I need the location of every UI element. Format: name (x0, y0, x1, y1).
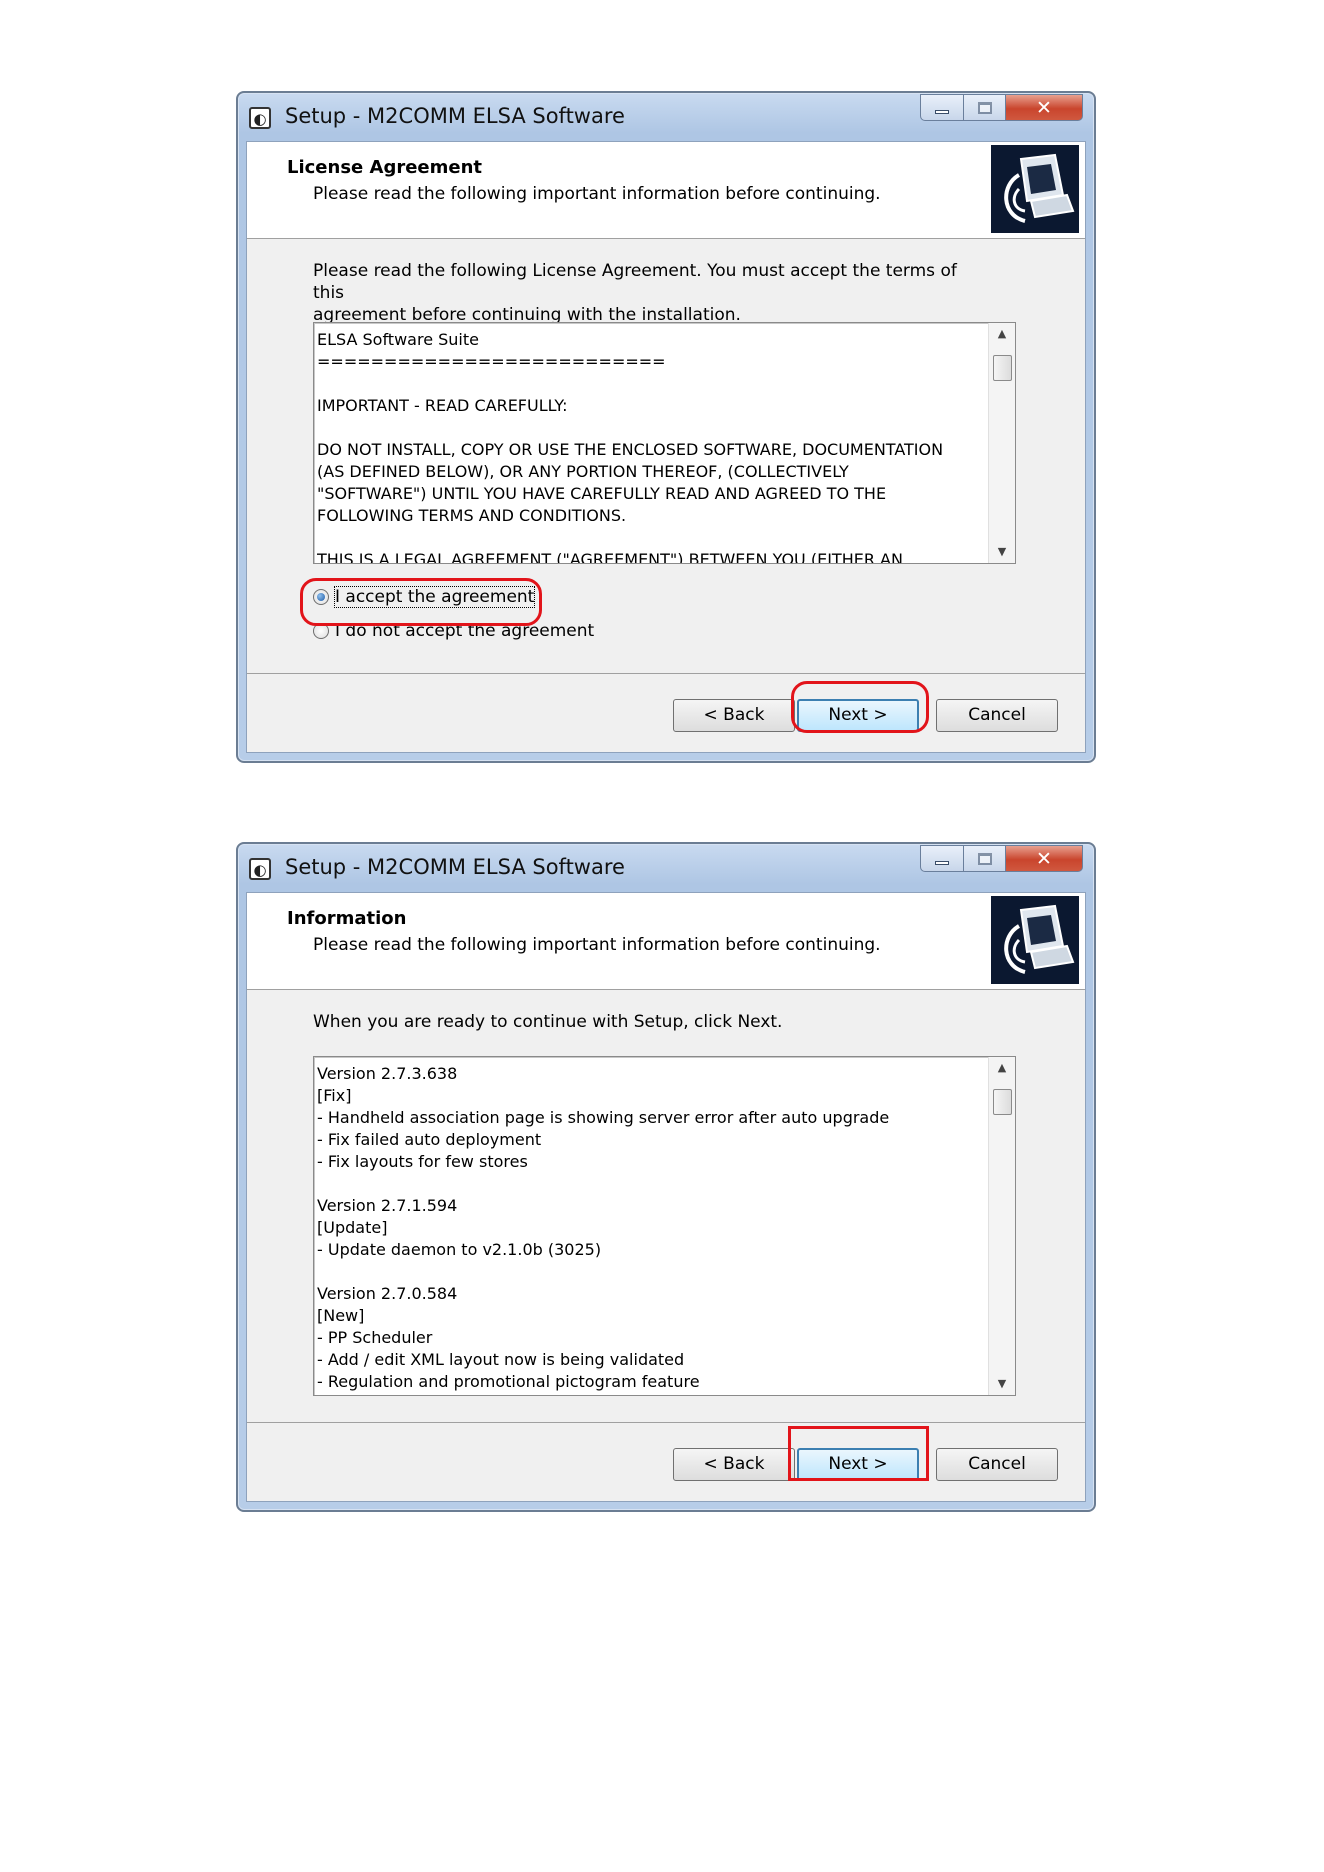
page-subtitle: Please read the following important info… (313, 184, 881, 204)
dialog-client-area: License Agreement Please read the follow… (246, 141, 1086, 753)
highlight-accept-annotation (300, 578, 542, 626)
maximize-button (964, 845, 1006, 872)
close-icon: ✕ (1036, 847, 1052, 870)
cancel-button[interactable]: Cancel (936, 1448, 1058, 1481)
back-button[interactable]: < Back (673, 699, 795, 732)
scroll-down-arrow-icon[interactable]: ▼ (989, 1373, 1015, 1395)
text-line (317, 373, 985, 395)
scroll-thumb[interactable] (993, 355, 1012, 381)
text-line: - Add / edit XML layout now is being val… (317, 1350, 685, 1369)
title-bar[interactable]: ◐ Setup - M2COMM ELSA Software ✕ (238, 93, 1094, 141)
wizard-header: License Agreement Please read the follow… (247, 142, 1085, 239)
text-line: - Fix layouts for few stores (317, 1152, 528, 1171)
cancel-button[interactable]: Cancel (936, 699, 1058, 732)
window-controls: ✕ (920, 94, 1083, 121)
minimize-button[interactable] (920, 94, 964, 121)
window-title: Setup - M2COMM ELSA Software (285, 104, 625, 128)
page-title: Information (287, 908, 407, 929)
scroll-up-arrow-icon[interactable]: ▲ (989, 1057, 1015, 1079)
text-line: - Handheld association page is showing s… (317, 1108, 890, 1127)
text-line (317, 417, 985, 439)
window-controls: ✕ (920, 845, 1083, 872)
installer-computer-icon (991, 145, 1079, 233)
text-line: (AS DEFINED BELOW), OR ANY PORTION THERE… (317, 462, 849, 481)
text-line: - Update daemon to v2.1.0b (3025) (317, 1240, 602, 1259)
wizard-header: Information Please read the following im… (247, 893, 1085, 990)
text-line: - PP Scheduler (317, 1328, 433, 1347)
text-line: [Update] (317, 1218, 388, 1237)
title-bar[interactable]: ◐ Setup - M2COMM ELSA Software ✕ (238, 844, 1094, 892)
instruction-text: Please read the following License Agreem… (313, 260, 993, 326)
instruction-line-1: Please read the following License Agreem… (313, 261, 957, 303)
text-line: DO NOT INSTALL, COPY OR USE THE ENCLOSED… (317, 440, 944, 459)
back-button[interactable]: < Back (673, 1448, 795, 1481)
text-line (317, 527, 985, 549)
minimize-button[interactable] (920, 845, 964, 872)
window-title: Setup - M2COMM ELSA Software (285, 855, 625, 879)
information-text: Version 2.7.3.638 [Fix] - Handheld associa… (317, 1063, 985, 1393)
page-title: License Agreement (287, 157, 483, 178)
instruction-text: When you are ready to continue with Setu… (313, 1012, 783, 1032)
text-line: Version 2.7.3.638 (317, 1064, 458, 1083)
setup-app-icon[interactable]: ◐ (249, 107, 271, 129)
installer-computer-icon (991, 896, 1079, 984)
text-line (317, 1173, 985, 1195)
vertical-scrollbar[interactable]: ▲ ▼ (988, 1057, 1015, 1395)
text-line: ========================== (317, 352, 666, 371)
minimize-icon (935, 109, 949, 114)
minimize-icon (935, 860, 949, 865)
close-button[interactable]: ✕ (1006, 845, 1083, 872)
information-text-box[interactable]: Version 2.7.3.638 [Fix] - Handheld associa… (313, 1056, 1016, 1396)
text-line: Version 2.7.1.594 (317, 1196, 458, 1215)
text-line: IMPORTANT - READ CAREFULLY: (317, 396, 568, 415)
maximize-button (964, 94, 1006, 121)
text-line: FOLLOWING TERMS AND CONDITIONS. (317, 506, 627, 525)
page-subtitle: Please read the following important info… (313, 935, 881, 955)
text-line (317, 1261, 985, 1283)
text-line: - Fix failed auto deployment (317, 1130, 542, 1149)
vertical-scrollbar[interactable]: ▲ ▼ (988, 323, 1015, 563)
scroll-up-arrow-icon[interactable]: ▲ (989, 323, 1015, 345)
close-button[interactable]: ✕ (1006, 94, 1083, 121)
text-line: [New] (317, 1306, 365, 1325)
close-icon: ✕ (1036, 96, 1052, 119)
license-text: ELSA Software Suite =====================… (317, 329, 985, 564)
wizard-footer: < Back Next > Cancel (247, 1422, 1085, 1501)
dialog-client-area: Information Please read the following im… (246, 892, 1086, 1502)
maximize-icon (977, 852, 992, 865)
text-line: THIS IS A LEGAL AGREEMENT ("AGREEMENT") … (317, 550, 903, 564)
text-line: Version 2.7.0.584 (317, 1284, 458, 1303)
wizard-footer: < Back Next > Cancel (247, 673, 1085, 752)
maximize-icon (977, 101, 992, 114)
setup-app-icon[interactable]: ◐ (249, 858, 271, 880)
highlight-next-annotation (788, 1426, 929, 1481)
scroll-thumb[interactable] (993, 1089, 1012, 1115)
text-line: - Regulation and promotional pictogram f… (317, 1372, 700, 1391)
text-line: "SOFTWARE") UNTIL YOU HAVE CAREFULLY REA… (317, 484, 887, 503)
license-text-box[interactable]: ELSA Software Suite =====================… (313, 322, 1016, 564)
setup-window-information: ◐ Setup - M2COMM ELSA Software ✕ Informa… (236, 842, 1096, 1512)
text-line: ELSA Software Suite (317, 330, 479, 349)
scroll-down-arrow-icon[interactable]: ▼ (989, 541, 1015, 563)
highlight-next-annotation (791, 681, 929, 733)
text-line: [Fix] (317, 1086, 352, 1105)
setup-window-license: ◐ Setup - M2COMM ELSA Software ✕ License… (236, 91, 1096, 763)
